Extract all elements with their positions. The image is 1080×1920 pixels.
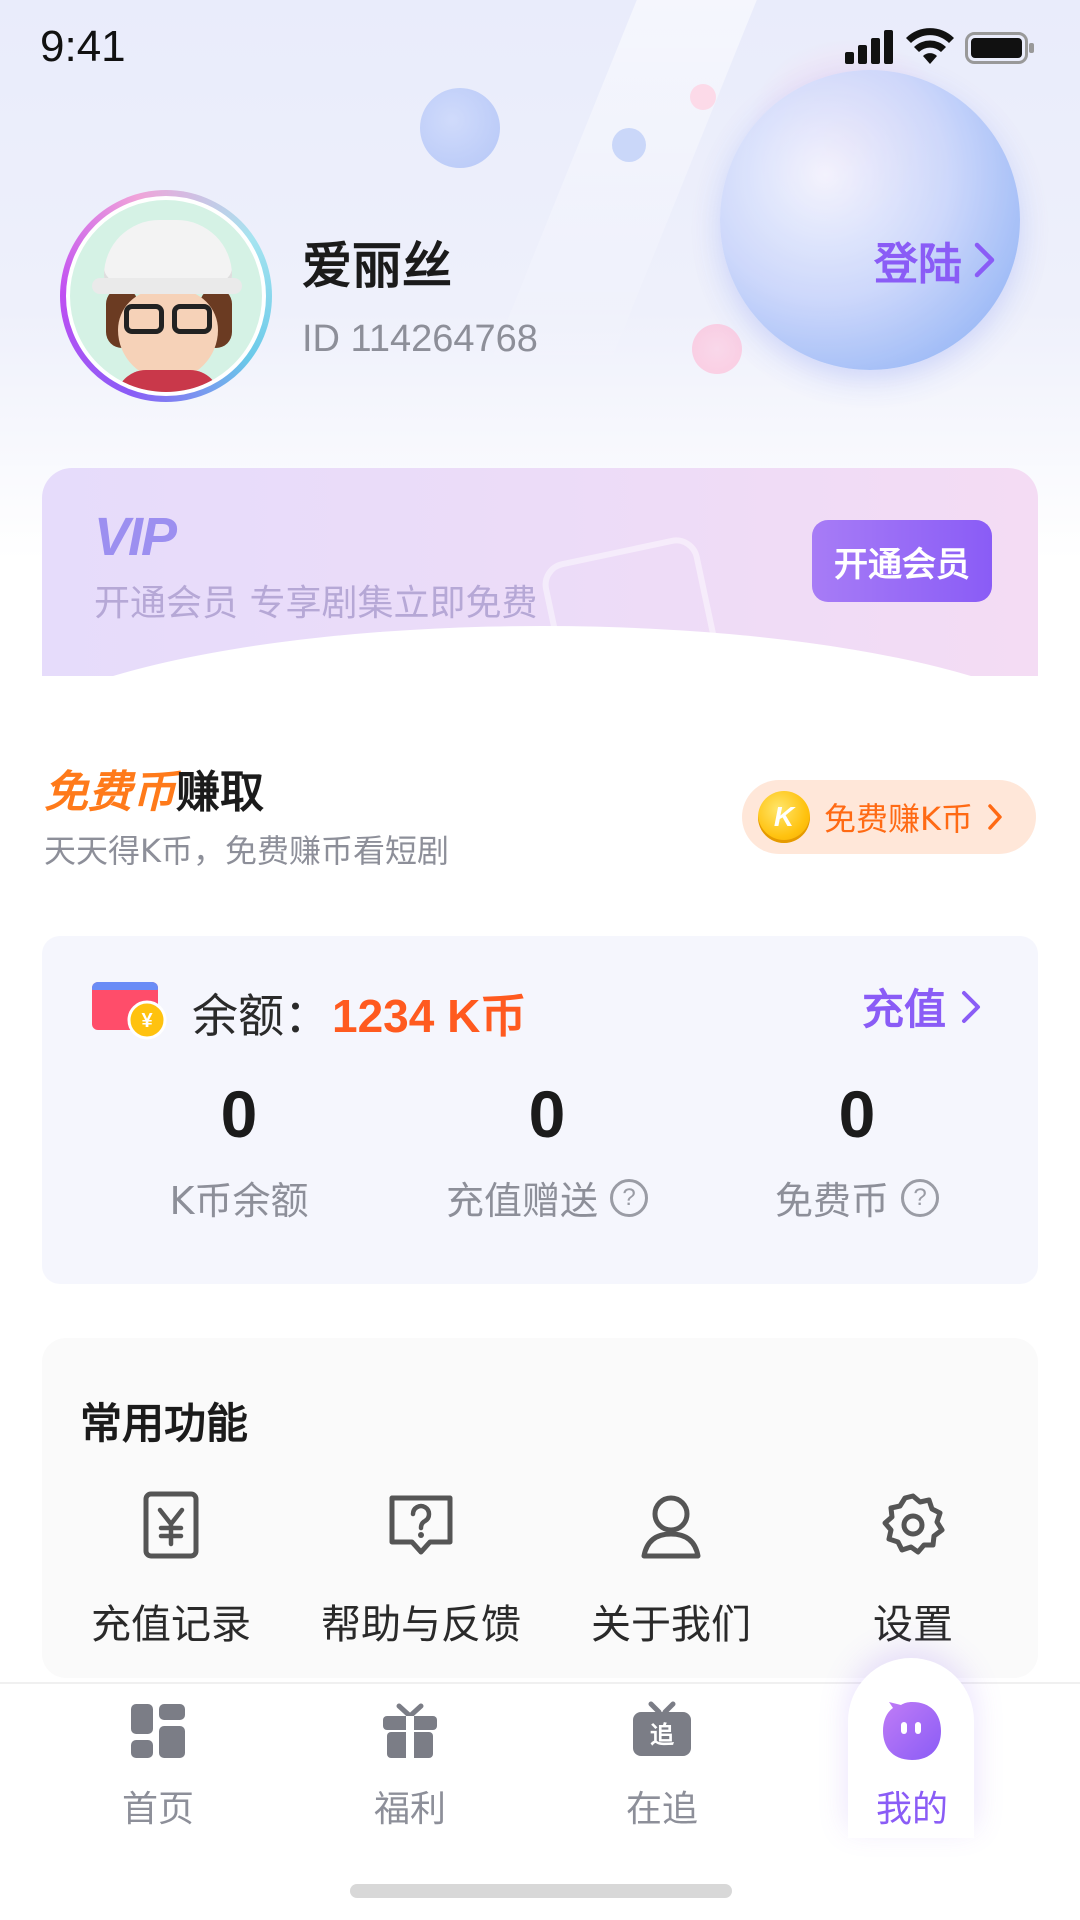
- home-grid-icon: [131, 1704, 185, 1758]
- stat-label: K币余额: [169, 1179, 309, 1223]
- recharge-record-button[interactable]: 充值记录: [42, 1488, 300, 1650]
- login-label: 登陆: [874, 239, 962, 290]
- help-feedback-button[interactable]: 帮助与反馈: [292, 1488, 550, 1650]
- login-button[interactable]: 登陆: [874, 228, 998, 292]
- vip-decoration: [538, 533, 726, 676]
- balance-label: 余额：: [192, 989, 330, 1043]
- chevron-right-icon: [962, 990, 981, 1023]
- stat-free-coins: 0 免费币 ?: [692, 1076, 1022, 1225]
- tab-home[interactable]: 首页: [58, 1698, 258, 1832]
- user-name: 爱丽丝: [302, 237, 452, 295]
- recharge-label: 充值: [862, 985, 947, 1034]
- wifi-icon: [906, 28, 954, 64]
- function-label: 设置: [873, 1602, 953, 1648]
- avatar-hat-brim: [92, 278, 242, 294]
- avatar-body: [116, 370, 220, 392]
- settings-button[interactable]: 设置: [784, 1488, 1042, 1650]
- k-coin-icon: K: [758, 791, 810, 843]
- stat-value: 0: [220, 1077, 258, 1151]
- bubble-decoration: [612, 128, 646, 162]
- function-label: 充值记录: [91, 1602, 251, 1648]
- earn-title-rest: 赚取: [176, 767, 264, 818]
- status-time: 9:41: [40, 22, 126, 71]
- open-membership-button[interactable]: 开通会员: [812, 520, 992, 602]
- tab-welfare[interactable]: 福利: [310, 1698, 510, 1832]
- bubble-decoration: [692, 324, 742, 374]
- balance-value: 1234 K币: [332, 990, 527, 1042]
- svg-text:¥: ¥: [141, 1010, 153, 1032]
- stat-value: 0: [528, 1077, 566, 1151]
- about-us-button[interactable]: 关于我们: [542, 1488, 800, 1650]
- avatar[interactable]: [60, 190, 272, 402]
- earn-subtitle: 天天得K币，免费赚币看短剧: [44, 832, 449, 870]
- function-label: 帮助与反馈: [321, 1602, 521, 1648]
- help-question-icon[interactable]: ?: [610, 1178, 648, 1217]
- stat-label: 充值赠送: [445, 1179, 598, 1223]
- vip-logo: VIP: [94, 507, 177, 567]
- tv-follow-icon: 追: [633, 1701, 691, 1756]
- earn-coins-button[interactable]: K 免费赚K币: [742, 780, 1036, 854]
- vip-card[interactable]: VIP 开通会员 专享剧集立即免费 开通会员: [42, 468, 1038, 676]
- user-id: ID 114264768: [302, 318, 538, 360]
- earn-title-highlight: 免费币: [44, 767, 176, 818]
- help-chat-icon: [389, 1495, 453, 1555]
- mine-face-icon: [883, 1702, 941, 1760]
- function-label: 关于我们: [591, 1602, 751, 1648]
- stat-value: 0: [838, 1077, 876, 1151]
- cellular-signal-icon: [845, 30, 893, 64]
- stat-k-coin-balance: 0 K币余额: [74, 1076, 404, 1225]
- yuan-receipt-icon: [143, 1491, 199, 1559]
- tab-label: 在追: [625, 1789, 698, 1830]
- avatar-glasses: [124, 304, 164, 334]
- tv-icon-text: 追: [650, 1721, 675, 1749]
- earn-section-title: 免费币赚取: [44, 756, 264, 820]
- vip-description: 开通会员 专享剧集立即免费: [94, 583, 538, 624]
- help-question-icon[interactable]: ?: [901, 1178, 939, 1217]
- common-functions-title: 常用功能: [80, 1399, 249, 1448]
- app-root: 9:41 爱丽丝 ID 114264768 登陆 VIP 开通会员 专享剧集立即…: [0, 0, 1080, 1920]
- tab-label: 首页: [121, 1789, 194, 1830]
- stat-label: 免费币: [774, 1179, 889, 1223]
- tab-label: 我的: [875, 1789, 948, 1830]
- earn-button-label: 免费赚K币: [824, 800, 973, 838]
- status-bar: 9:41: [0, 0, 1080, 100]
- gift-icon: [383, 1703, 437, 1758]
- user-icon: [641, 1495, 701, 1559]
- recharge-button[interactable]: 充值: [862, 976, 982, 1037]
- home-indicator[interactable]: [350, 1884, 732, 1898]
- tab-following[interactable]: 追 在追: [562, 1698, 762, 1832]
- gear-icon: [882, 1493, 945, 1555]
- avatar-image: [66, 196, 266, 396]
- wallet-icon: ¥: [92, 982, 167, 1040]
- stat-label-row: 免费币 ?: [692, 1170, 1022, 1225]
- tab-mine[interactable]: 我的: [812, 1698, 1012, 1832]
- chevron-right-icon: [988, 804, 1002, 830]
- avatar-glasses: [172, 304, 212, 334]
- tab-label: 福利: [373, 1789, 446, 1830]
- stat-label-row: K币余额: [74, 1170, 404, 1225]
- stat-label-row: 充值赠送 ?: [382, 1170, 712, 1225]
- common-functions-card: 常用功能 充值记录 帮助与反馈 关于我们 设置: [42, 1338, 1038, 1678]
- battery-icon: [965, 32, 1034, 64]
- balance-card: ¥ 余额： 1234 K币 充值 0 K币余额 0 充值赠送 ? 0 免费币 ?: [42, 936, 1038, 1284]
- big-bubble-decoration: [720, 70, 1020, 370]
- chevron-right-icon: [974, 242, 995, 278]
- stat-recharge-bonus: 0 充值赠送 ?: [382, 1076, 712, 1225]
- bubble-decoration: [420, 88, 500, 168]
